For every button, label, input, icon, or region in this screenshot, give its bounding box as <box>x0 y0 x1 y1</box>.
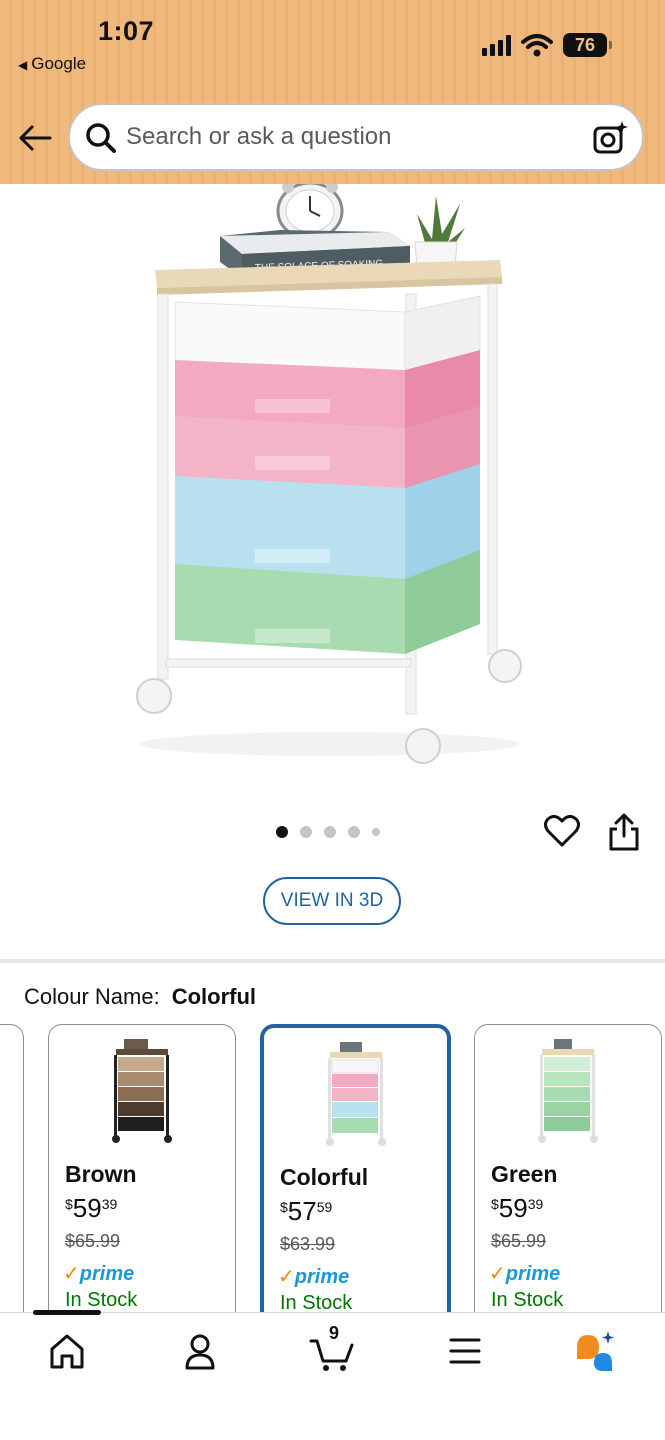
swatch-old-price: $65.99 <box>491 1231 547 1251</box>
swatch-price: $5759 <box>280 1196 332 1227</box>
swatch-price: $5939 <box>65 1193 117 1224</box>
back-arrow-icon[interactable] <box>16 118 56 158</box>
nav-rufus[interactable] <box>572 1329 620 1373</box>
prime-badge: ✓prime <box>63 1261 134 1286</box>
carousel-dot[interactable] <box>276 826 288 838</box>
colour-swatch-colorful[interactable]: Colorful $5759 $63.99 ✓prime In Stock <box>260 1024 451 1324</box>
share-icon[interactable] <box>606 812 642 852</box>
price-whole: 59 <box>498 1193 528 1223</box>
nav-account[interactable] <box>176 1329 224 1373</box>
carousel-dot[interactable] <box>372 828 380 836</box>
rufus-icon <box>577 1331 614 1371</box>
prime-label: prime <box>505 1263 561 1285</box>
price-currency: $ <box>491 1196 499 1212</box>
price-fraction: 59 <box>316 1199 333 1215</box>
nav-cart[interactable]: 9 <box>308 1323 356 1373</box>
carousel-dot[interactable] <box>348 826 360 838</box>
cart-count-badge: 9 <box>328 1323 339 1343</box>
bottom-nav: 9 <box>0 1310 665 1440</box>
colour-swatch-brown[interactable]: Brown $5939 $65.99 ✓prime In Stock <box>48 1024 236 1324</box>
prime-label: prime <box>79 1263 135 1285</box>
search-input[interactable] <box>126 117 576 157</box>
carousel-dot[interactable] <box>300 826 312 838</box>
search-bar[interactable] <box>68 103 644 171</box>
colour-swatch-partial[interactable] <box>0 1024 24 1324</box>
nav-menu[interactable] <box>441 1329 489 1373</box>
menu-icon <box>449 1338 481 1364</box>
section-divider <box>0 959 665 963</box>
colour-name-value: Colorful <box>171 984 257 1009</box>
wifi-icon <box>521 34 553 57</box>
swatch-old-price: $65.99 <box>65 1231 121 1251</box>
swatch-thumbnail <box>538 1039 598 1143</box>
top-header: 1:07 ◀ Google 76 <box>0 0 665 184</box>
status-icons: 76 <box>482 30 612 60</box>
product-image[interactable]: THE SOLACE OF SOAKING <box>120 184 540 784</box>
app-root: 1:07 ◀ Google 76 Search or ask a questio… <box>0 0 665 1440</box>
swatch-stock: In Stock <box>491 1289 564 1311</box>
price-currency: $ <box>280 1199 288 1215</box>
nav-home[interactable] <box>43 1329 91 1373</box>
back-app-label: Google <box>31 54 87 73</box>
swatch-name: Brown <box>65 1161 137 1187</box>
home-icon <box>50 1334 84 1369</box>
prime-check-icon: ✓ <box>63 1263 80 1285</box>
camera-search-icon[interactable] <box>592 119 630 157</box>
prime-check-icon: ✓ <box>278 1266 295 1288</box>
swatch-old-price: $63.99 <box>280 1234 336 1254</box>
status-time: 1:07 <box>98 16 155 46</box>
search-icon <box>86 123 116 153</box>
price-currency: $ <box>65 1196 73 1212</box>
heart-icon[interactable] <box>543 812 581 850</box>
battery-indicator: 76 <box>563 33 612 57</box>
back-triangle-icon: ◀ <box>18 58 28 72</box>
prime-check-icon: ✓ <box>489 1263 506 1285</box>
account-icon <box>185 1334 215 1370</box>
carousel-dots[interactable] <box>276 826 380 838</box>
colour-name-row: Colour Name: Colorful <box>24 984 256 1010</box>
swatch-thumbnail <box>325 1042 386 1146</box>
swatch-price: $5939 <box>491 1193 543 1224</box>
price-fraction: 39 <box>527 1196 544 1212</box>
price-whole: 59 <box>72 1193 102 1223</box>
swatch-thumbnail <box>112 1039 172 1143</box>
view-in-3d-button[interactable]: VIEW IN 3D <box>263 877 401 925</box>
prime-badge: ✓prime <box>489 1261 560 1286</box>
price-whole: 57 <box>287 1196 317 1226</box>
active-tab-indicator <box>33 1310 101 1315</box>
prime-badge: ✓prime <box>278 1264 349 1289</box>
back-to-app-link[interactable]: ◀ Google <box>18 54 86 74</box>
colour-name-label: Colour Name: <box>24 984 160 1009</box>
cellular-signal-icon <box>482 34 511 56</box>
swatch-name: Colorful <box>280 1164 369 1190</box>
prime-label: prime <box>294 1266 350 1288</box>
price-fraction: 39 <box>101 1196 118 1212</box>
carousel-dot[interactable] <box>324 826 336 838</box>
swatch-stock: In Stock <box>65 1289 138 1311</box>
colour-swatch-green[interactable]: Green $5939 $65.99 ✓prime In Stock <box>474 1024 662 1324</box>
swatch-name: Green <box>491 1161 558 1187</box>
colour-swatch-list: Brown $5939 $65.99 ✓prime In Stock Color… <box>0 1024 665 1324</box>
